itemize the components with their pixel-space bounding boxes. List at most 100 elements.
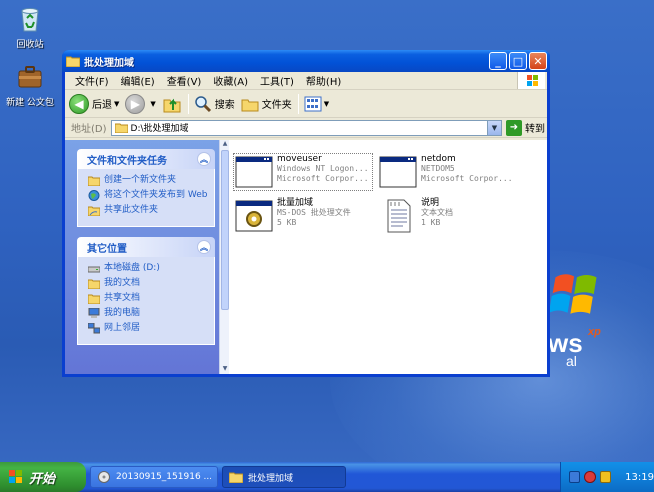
other-places-panel: 其它位置 ︽ 本地磁盘 (D:) 我的文档 共享文档 我的电脑 网上邻居 xyxy=(77,237,215,345)
task-pane: 文件和文件夹任务 ︽ 创建一个新文件夹 将这个文件夹发布到 Web 共享此文件夹… xyxy=(65,140,229,374)
menu-edit[interactable]: 编辑(E) xyxy=(115,73,161,88)
menu-favorites[interactable]: 收藏(A) xyxy=(207,73,254,88)
place-local-disk[interactable]: 本地磁盘 (D:) xyxy=(88,263,208,274)
security-shield-icon[interactable] xyxy=(584,471,596,483)
menu-tools[interactable]: 工具(T) xyxy=(254,73,300,88)
menu-help[interactable]: 帮助(H) xyxy=(300,73,347,88)
file-item-netdom[interactable]: netdom NETDOM5 Microsoft Corpor... xyxy=(379,154,515,190)
title-bar[interactable]: 批处理加域 _ □ ✕ xyxy=(62,50,550,72)
scroll-thumb[interactable] xyxy=(221,150,229,310)
up-folder-button[interactable] xyxy=(162,94,182,114)
window-body: 文件(F) 编辑(E) 查看(V) 收藏(A) 工具(T) 帮助(H) ◀ 后退… xyxy=(65,72,547,374)
shared-documents-icon xyxy=(88,294,100,304)
dropdown-arrow-icon: ▼ xyxy=(150,99,156,108)
file-name: netdom xyxy=(421,154,456,164)
views-icon xyxy=(304,96,322,111)
windows-flag-icon xyxy=(548,274,597,314)
windows-flag-icon xyxy=(527,75,538,86)
menu-file[interactable]: 文件(F) xyxy=(69,73,115,88)
place-my-computer[interactable]: 我的电脑 xyxy=(88,308,208,319)
folders-label: 文件夹 xyxy=(261,100,292,111)
menu-view[interactable]: 查看(V) xyxy=(161,73,208,88)
selection-box xyxy=(233,153,373,191)
start-label: 开始 xyxy=(29,471,56,487)
desktop-icon-briefcase[interactable]: 新建 公文包 xyxy=(0,62,60,108)
search-icon xyxy=(195,95,211,112)
file-item-readme[interactable]: 说明 文本文档 1 KB xyxy=(379,198,515,234)
address-dropdown-button[interactable]: ▼ xyxy=(487,120,501,135)
share-folder-icon xyxy=(88,206,100,216)
back-label: 后退 xyxy=(92,100,112,111)
standard-toolbar: ◀ 后退 ▼ ▶ ▼ 搜索 文件夹 ▼ xyxy=(65,90,547,118)
views-button[interactable]: ▼ xyxy=(304,96,329,112)
file-size: 1 KB xyxy=(421,218,441,227)
taskbar-item-screenshot[interactable]: 20130915_151916 ... xyxy=(90,466,218,488)
task-publish-web[interactable]: 将这个文件夹发布到 Web xyxy=(88,190,208,201)
file-description: NETDOM5 xyxy=(421,164,455,173)
network-tray-icon[interactable] xyxy=(569,471,581,483)
back-arrow-icon: ◀ xyxy=(69,93,89,114)
go-button[interactable]: ➜ 转到 xyxy=(506,119,545,136)
place-label: 我的电脑 xyxy=(104,308,141,318)
file-name: 批量加域 xyxy=(277,198,314,208)
dropdown-arrow-icon: ▼ xyxy=(323,99,330,108)
collapse-chevron-icon[interactable]: ︽ xyxy=(197,240,211,254)
address-input[interactable]: D:\批处理加域 ▼ xyxy=(110,119,502,136)
file-type: MS-DOS 批处理文件 xyxy=(277,208,351,217)
my-documents-icon xyxy=(88,279,100,289)
collapse-chevron-icon[interactable]: ︽ xyxy=(197,152,211,166)
taskbar-item-explorer[interactable]: 批处理加域 xyxy=(222,466,346,488)
file-name: 说明 xyxy=(421,198,440,208)
address-value: D:\批处理加域 xyxy=(130,124,189,134)
text-document-icon xyxy=(387,199,411,233)
dropdown-arrow-icon: ▼ xyxy=(114,99,120,108)
taskbar-item-label: 20130915_151916 ... xyxy=(116,472,211,482)
minimize-button[interactable]: _ xyxy=(489,52,507,70)
place-network[interactable]: 网上邻居 xyxy=(88,323,208,334)
close-button[interactable]: ✕ xyxy=(529,52,547,70)
place-shared-documents[interactable]: 共享文档 xyxy=(88,293,208,304)
other-places-title: 其它位置 xyxy=(87,243,127,255)
windows-flag-icon xyxy=(9,470,22,483)
file-tasks-panel: 文件和文件夹任务 ︽ 创建一个新文件夹 将这个文件夹发布到 Web 共享此文件夹 xyxy=(77,149,215,227)
window-title: 批处理加域 xyxy=(84,57,134,69)
new-folder-icon xyxy=(88,176,100,186)
toolbar-separator xyxy=(187,93,189,114)
place-my-documents[interactable]: 我的文档 xyxy=(88,278,208,289)
start-button[interactable]: 开始 xyxy=(0,462,86,492)
back-button[interactable]: ◀ 后退 ▼ xyxy=(69,93,120,114)
file-item-batch[interactable]: 批量加域 MS-DOS 批处理文件 5 KB xyxy=(235,198,371,234)
folder-icon xyxy=(114,123,128,133)
xp-logo-al: al xyxy=(566,353,577,369)
briefcase-icon xyxy=(18,66,42,88)
network-icon xyxy=(88,323,100,334)
file-item-moveuser[interactable]: moveuser Windows NT Logon... Microsoft C… xyxy=(233,153,373,191)
place-label: 网上邻居 xyxy=(104,323,141,333)
place-label: 我的文档 xyxy=(104,278,141,288)
recycle-bin-icon xyxy=(21,8,39,32)
search-button[interactable]: 搜索 xyxy=(194,95,235,113)
file-tasks-body: 创建一个新文件夹 将这个文件夹发布到 Web 共享此文件夹 xyxy=(77,169,215,227)
desktop-icon-recycle-bin[interactable]: 回收站 xyxy=(0,4,60,50)
task-label: 创建一个新文件夹 xyxy=(104,175,177,185)
windows-throbber xyxy=(517,72,545,89)
file-tasks-header[interactable]: 文件和文件夹任务 ︽ xyxy=(77,149,215,169)
task-new-folder[interactable]: 创建一个新文件夹 xyxy=(88,175,208,186)
task-pane-scrollbar[interactable]: ▲ ▼ xyxy=(219,140,229,374)
close-glyph: ✕ xyxy=(533,54,543,68)
other-places-header[interactable]: 其它位置 ︽ xyxy=(77,237,215,257)
explorer-window: 批处理加域 _ □ ✕ 文件(F) 编辑(E) 查看(V) 收藏(A) 工具(T… xyxy=(62,50,550,377)
address-bar: 地址(D) D:\批处理加域 ▼ ➜ 转到 xyxy=(65,118,547,138)
forward-button[interactable]: ▶ ▼ xyxy=(125,93,156,114)
task-label: 将这个文件夹发布到 Web xyxy=(104,190,208,200)
maximize-button[interactable]: □ xyxy=(509,52,527,70)
maximize-glyph: □ xyxy=(512,54,524,68)
forward-arrow-icon: ▶ xyxy=(125,93,146,114)
task-share-folder[interactable]: 共享此文件夹 xyxy=(88,205,208,216)
file-type: 文本文档 xyxy=(421,208,453,217)
place-label: 共享文档 xyxy=(104,293,141,303)
folders-button[interactable]: 文件夹 xyxy=(241,96,292,112)
xp-logo-xp: xp xyxy=(588,326,601,338)
alert-tray-icon[interactable] xyxy=(599,471,612,483)
my-computer-icon xyxy=(88,308,100,318)
